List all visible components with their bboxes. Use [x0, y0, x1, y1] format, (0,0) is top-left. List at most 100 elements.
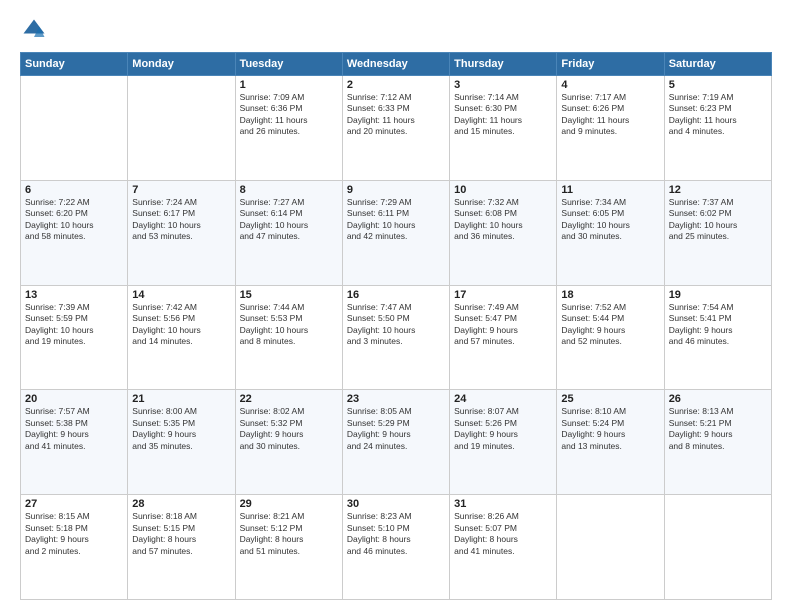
- day-number: 25: [561, 393, 659, 405]
- calendar-cell: [21, 76, 128, 181]
- day-info: Sunrise: 7:09 AM Sunset: 6:36 PM Dayligh…: [240, 92, 338, 138]
- header: [20, 16, 772, 44]
- day-number: 26: [669, 393, 767, 405]
- calendar-cell: 1Sunrise: 7:09 AM Sunset: 6:36 PM Daylig…: [235, 76, 342, 181]
- day-info: Sunrise: 8:07 AM Sunset: 5:26 PM Dayligh…: [454, 406, 552, 452]
- day-number: 17: [454, 289, 552, 301]
- calendar-cell: 4Sunrise: 7:17 AM Sunset: 6:26 PM Daylig…: [557, 76, 664, 181]
- day-info: Sunrise: 7:52 AM Sunset: 5:44 PM Dayligh…: [561, 302, 659, 348]
- calendar-cell: 2Sunrise: 7:12 AM Sunset: 6:33 PM Daylig…: [342, 76, 449, 181]
- day-info: Sunrise: 7:29 AM Sunset: 6:11 PM Dayligh…: [347, 197, 445, 243]
- day-info: Sunrise: 7:32 AM Sunset: 6:08 PM Dayligh…: [454, 197, 552, 243]
- calendar-table: SundayMondayTuesdayWednesdayThursdayFrid…: [20, 52, 772, 600]
- calendar-cell: 27Sunrise: 8:15 AM Sunset: 5:18 PM Dayli…: [21, 495, 128, 600]
- day-info: Sunrise: 7:44 AM Sunset: 5:53 PM Dayligh…: [240, 302, 338, 348]
- day-number: 19: [669, 289, 767, 301]
- day-info: Sunrise: 7:19 AM Sunset: 6:23 PM Dayligh…: [669, 92, 767, 138]
- day-number: 24: [454, 393, 552, 405]
- calendar-cell: 22Sunrise: 8:02 AM Sunset: 5:32 PM Dayli…: [235, 390, 342, 495]
- calendar-cell: 9Sunrise: 7:29 AM Sunset: 6:11 PM Daylig…: [342, 180, 449, 285]
- day-info: Sunrise: 7:49 AM Sunset: 5:47 PM Dayligh…: [454, 302, 552, 348]
- weekday-header-wednesday: Wednesday: [342, 53, 449, 76]
- day-info: Sunrise: 8:02 AM Sunset: 5:32 PM Dayligh…: [240, 406, 338, 452]
- day-number: 16: [347, 289, 445, 301]
- day-number: 29: [240, 498, 338, 510]
- calendar-cell: [128, 76, 235, 181]
- day-number: 23: [347, 393, 445, 405]
- day-number: 28: [132, 498, 230, 510]
- calendar-cell: 16Sunrise: 7:47 AM Sunset: 5:50 PM Dayli…: [342, 285, 449, 390]
- day-info: Sunrise: 8:23 AM Sunset: 5:10 PM Dayligh…: [347, 511, 445, 557]
- calendar-cell: 11Sunrise: 7:34 AM Sunset: 6:05 PM Dayli…: [557, 180, 664, 285]
- calendar-cell: 26Sunrise: 8:13 AM Sunset: 5:21 PM Dayli…: [664, 390, 771, 495]
- calendar-cell: 28Sunrise: 8:18 AM Sunset: 5:15 PM Dayli…: [128, 495, 235, 600]
- day-number: 31: [454, 498, 552, 510]
- calendar-cell: 7Sunrise: 7:24 AM Sunset: 6:17 PM Daylig…: [128, 180, 235, 285]
- day-info: Sunrise: 8:15 AM Sunset: 5:18 PM Dayligh…: [25, 511, 123, 557]
- day-info: Sunrise: 7:57 AM Sunset: 5:38 PM Dayligh…: [25, 406, 123, 452]
- calendar-cell: 10Sunrise: 7:32 AM Sunset: 6:08 PM Dayli…: [450, 180, 557, 285]
- day-info: Sunrise: 7:14 AM Sunset: 6:30 PM Dayligh…: [454, 92, 552, 138]
- day-number: 14: [132, 289, 230, 301]
- day-number: 10: [454, 184, 552, 196]
- weekday-header-friday: Friday: [557, 53, 664, 76]
- calendar-cell: 21Sunrise: 8:00 AM Sunset: 5:35 PM Dayli…: [128, 390, 235, 495]
- day-number: 27: [25, 498, 123, 510]
- calendar-cell: 19Sunrise: 7:54 AM Sunset: 5:41 PM Dayli…: [664, 285, 771, 390]
- weekday-header-monday: Monday: [128, 53, 235, 76]
- calendar-week-3: 13Sunrise: 7:39 AM Sunset: 5:59 PM Dayli…: [21, 285, 772, 390]
- day-number: 18: [561, 289, 659, 301]
- calendar-cell: 25Sunrise: 8:10 AM Sunset: 5:24 PM Dayli…: [557, 390, 664, 495]
- day-info: Sunrise: 8:21 AM Sunset: 5:12 PM Dayligh…: [240, 511, 338, 557]
- day-number: 21: [132, 393, 230, 405]
- calendar-cell: 29Sunrise: 8:21 AM Sunset: 5:12 PM Dayli…: [235, 495, 342, 600]
- day-info: Sunrise: 8:05 AM Sunset: 5:29 PM Dayligh…: [347, 406, 445, 452]
- day-info: Sunrise: 7:42 AM Sunset: 5:56 PM Dayligh…: [132, 302, 230, 348]
- calendar-cell: 13Sunrise: 7:39 AM Sunset: 5:59 PM Dayli…: [21, 285, 128, 390]
- day-number: 20: [25, 393, 123, 405]
- day-info: Sunrise: 7:24 AM Sunset: 6:17 PM Dayligh…: [132, 197, 230, 243]
- day-number: 9: [347, 184, 445, 196]
- calendar-cell: 18Sunrise: 7:52 AM Sunset: 5:44 PM Dayli…: [557, 285, 664, 390]
- day-info: Sunrise: 7:39 AM Sunset: 5:59 PM Dayligh…: [25, 302, 123, 348]
- day-info: Sunrise: 8:10 AM Sunset: 5:24 PM Dayligh…: [561, 406, 659, 452]
- day-number: 2: [347, 79, 445, 91]
- calendar-cell: 14Sunrise: 7:42 AM Sunset: 5:56 PM Dayli…: [128, 285, 235, 390]
- weekday-header-sunday: Sunday: [21, 53, 128, 76]
- day-info: Sunrise: 7:17 AM Sunset: 6:26 PM Dayligh…: [561, 92, 659, 138]
- weekday-header-saturday: Saturday: [664, 53, 771, 76]
- day-number: 3: [454, 79, 552, 91]
- calendar-cell: 15Sunrise: 7:44 AM Sunset: 5:53 PM Dayli…: [235, 285, 342, 390]
- day-number: 6: [25, 184, 123, 196]
- day-number: 12: [669, 184, 767, 196]
- day-info: Sunrise: 8:13 AM Sunset: 5:21 PM Dayligh…: [669, 406, 767, 452]
- calendar-cell: 24Sunrise: 8:07 AM Sunset: 5:26 PM Dayli…: [450, 390, 557, 495]
- calendar-cell: 12Sunrise: 7:37 AM Sunset: 6:02 PM Dayli…: [664, 180, 771, 285]
- calendar-cell: 8Sunrise: 7:27 AM Sunset: 6:14 PM Daylig…: [235, 180, 342, 285]
- day-number: 4: [561, 79, 659, 91]
- calendar-cell: [664, 495, 771, 600]
- calendar-week-5: 27Sunrise: 8:15 AM Sunset: 5:18 PM Dayli…: [21, 495, 772, 600]
- day-info: Sunrise: 8:26 AM Sunset: 5:07 PM Dayligh…: [454, 511, 552, 557]
- day-number: 5: [669, 79, 767, 91]
- day-number: 1: [240, 79, 338, 91]
- day-info: Sunrise: 7:54 AM Sunset: 5:41 PM Dayligh…: [669, 302, 767, 348]
- calendar-cell: 6Sunrise: 7:22 AM Sunset: 6:20 PM Daylig…: [21, 180, 128, 285]
- weekday-header-row: SundayMondayTuesdayWednesdayThursdayFrid…: [21, 53, 772, 76]
- logo: [20, 16, 54, 44]
- calendar-week-1: 1Sunrise: 7:09 AM Sunset: 6:36 PM Daylig…: [21, 76, 772, 181]
- day-number: 22: [240, 393, 338, 405]
- day-info: Sunrise: 7:12 AM Sunset: 6:33 PM Dayligh…: [347, 92, 445, 138]
- weekday-header-tuesday: Tuesday: [235, 53, 342, 76]
- day-number: 15: [240, 289, 338, 301]
- calendar-cell: 3Sunrise: 7:14 AM Sunset: 6:30 PM Daylig…: [450, 76, 557, 181]
- calendar-week-2: 6Sunrise: 7:22 AM Sunset: 6:20 PM Daylig…: [21, 180, 772, 285]
- day-info: Sunrise: 7:37 AM Sunset: 6:02 PM Dayligh…: [669, 197, 767, 243]
- calendar-cell: 31Sunrise: 8:26 AM Sunset: 5:07 PM Dayli…: [450, 495, 557, 600]
- calendar-cell: 23Sunrise: 8:05 AM Sunset: 5:29 PM Dayli…: [342, 390, 449, 495]
- calendar-cell: 5Sunrise: 7:19 AM Sunset: 6:23 PM Daylig…: [664, 76, 771, 181]
- day-info: Sunrise: 8:00 AM Sunset: 5:35 PM Dayligh…: [132, 406, 230, 452]
- day-number: 30: [347, 498, 445, 510]
- day-number: 8: [240, 184, 338, 196]
- calendar-cell: [557, 495, 664, 600]
